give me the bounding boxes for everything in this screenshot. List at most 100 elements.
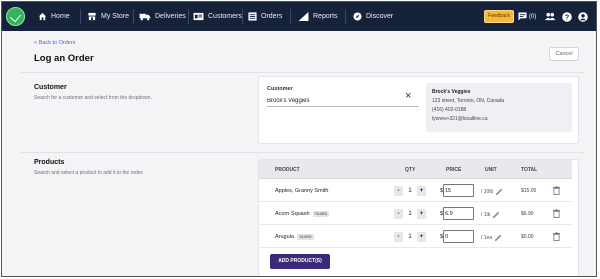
taxed-badge: TAXED — [312, 211, 330, 217]
divider — [20, 72, 584, 73]
messages-count: (0) — [529, 13, 537, 20]
nav-discover[interactable]: Discover — [353, 2, 393, 31]
decrement-button[interactable]: - — [394, 232, 403, 242]
logo-icon[interactable] — [6, 7, 25, 26]
unit-label: / 1lb — [481, 212, 491, 218]
nav-deliveries[interactable]: Deliveries — [139, 2, 186, 31]
nav-divider — [345, 9, 346, 24]
customer-card: Customer × Brock's Veggies 123 street, T… — [258, 76, 579, 144]
col-price: PRICE — [446, 167, 462, 173]
home-icon — [38, 12, 47, 21]
quantity-stepper: - 1 + — [394, 208, 426, 220]
nav-reports-label: Reports — [313, 13, 338, 20]
nav-divider — [133, 9, 134, 24]
customer-email: lyonev+321@localline.ca — [432, 116, 488, 122]
truck-icon — [139, 13, 151, 21]
col-product: PRODUCT — [275, 167, 300, 173]
product-name: Apples, Granny Smith — [275, 188, 329, 194]
increment-button[interactable]: + — [417, 232, 426, 242]
nav-customers-label: Customers — [208, 13, 242, 20]
unit-label: / 10lb — [481, 189, 494, 195]
nav-divider — [290, 9, 291, 24]
nav-orders[interactable]: Orders — [248, 2, 282, 31]
products-card: PRODUCT QTY PRICE UNIT TOTAL Apples, Gra… — [258, 159, 579, 276]
nav-discover-label: Discover — [366, 13, 394, 20]
page-title: Log an Order — [34, 53, 94, 64]
customer-section-description: Search for a customer and select from th… — [34, 95, 152, 101]
pencil-icon[interactable] — [495, 188, 503, 196]
trash-icon[interactable] — [553, 232, 560, 241]
messages-button[interactable]: (0) — [518, 9, 536, 24]
customer-name: Brock's Veggies — [432, 89, 471, 95]
line-total: $15.00 — [521, 188, 537, 194]
customer-info-box: Brock's Veggies 123 street, Toronto, ON,… — [426, 83, 572, 132]
product-name: Acorn Squash — [275, 211, 310, 217]
taxed-badge: TAXED — [296, 234, 314, 240]
nav-reports[interactable]: Reports — [298, 2, 338, 31]
top-nav: Home My Store Deliveries Customers Order… — [2, 2, 596, 31]
customer-field-label: Customer — [267, 86, 293, 92]
nav-home-label: Home — [51, 13, 70, 20]
help-button[interactable]: ? — [562, 9, 572, 24]
table-row: Apples, Granny Smith - 1 + $ / 10lb $15.… — [259, 180, 572, 202]
col-unit: UNIT — [485, 167, 497, 173]
table-row: Arugula TAXED - 1 + $ / 1ea $0.00 — [259, 226, 572, 248]
col-total: TOTAL — [521, 167, 538, 173]
customer-phone: (416) 402-0188 — [432, 107, 467, 113]
team-button[interactable] — [544, 9, 556, 24]
nav-divider — [188, 9, 189, 24]
nav-orders-label: Orders — [261, 13, 283, 20]
price-input[interactable] — [443, 184, 474, 197]
nav-deliveries-label: Deliveries — [155, 13, 186, 20]
people-icon — [545, 12, 556, 21]
orders-icon — [248, 12, 257, 21]
add-products-button[interactable]: ADD PRODUCT(S) — [270, 254, 330, 269]
quantity-stepper: - 1 + — [394, 185, 426, 197]
nav-my-store[interactable]: My Store — [87, 2, 129, 31]
trash-icon[interactable] — [553, 186, 560, 195]
unit-label: / 1ea — [481, 235, 493, 241]
app-window: Home My Store Deliveries Customers Order… — [1, 1, 597, 277]
account-button[interactable] — [578, 9, 588, 24]
price-input[interactable] — [443, 207, 474, 220]
feedback-button[interactable]: Feedback — [484, 10, 514, 23]
trash-icon[interactable] — [553, 209, 560, 218]
chart-icon — [298, 12, 309, 21]
nav-divider — [242, 9, 243, 24]
compass-icon — [353, 12, 362, 21]
product-name: Arugula — [275, 234, 294, 240]
increment-button[interactable]: + — [417, 209, 426, 219]
chat-icon — [518, 12, 527, 21]
nav-home[interactable]: Home — [38, 2, 70, 31]
back-to-orders-link[interactable]: < Back to Orders — [34, 40, 75, 46]
price-input[interactable] — [443, 230, 474, 243]
divider — [20, 152, 584, 153]
products-table-header: PRODUCT QTY PRICE UNIT TOTAL — [259, 160, 572, 179]
nav-my-store-label: My Store — [101, 13, 130, 20]
customer-search-input[interactable] — [267, 96, 419, 107]
svg-text:?: ? — [565, 14, 569, 21]
help-icon: ? — [562, 11, 572, 22]
pencil-icon[interactable] — [492, 211, 500, 219]
customer-section-title: Customer — [34, 84, 67, 91]
quantity-stepper: - 1 + — [394, 231, 426, 243]
col-qty: QTY — [405, 167, 416, 173]
decrement-button[interactable]: - — [394, 186, 403, 196]
products-section-title: Products — [34, 159, 65, 166]
account-icon — [578, 11, 588, 22]
pencil-icon[interactable] — [494, 234, 502, 242]
quantity-value[interactable]: 1 — [404, 188, 416, 194]
nav-divider — [80, 9, 81, 24]
line-total: $0.00 — [521, 234, 534, 240]
increment-button[interactable]: + — [417, 186, 426, 196]
line-total: $6.90 — [521, 211, 534, 217]
customers-icon — [193, 12, 204, 21]
nav-customers[interactable]: Customers — [193, 2, 242, 31]
clear-icon[interactable]: × — [405, 91, 411, 102]
cancel-button[interactable]: Cancel — [549, 47, 579, 61]
customer-address: 123 street, Toronto, ON, Canada — [432, 98, 505, 104]
quantity-value[interactable]: 1 — [404, 234, 416, 240]
decrement-button[interactable]: - — [394, 209, 403, 219]
products-section-description: Search and select a product to add it to… — [34, 170, 144, 176]
quantity-value[interactable]: 1 — [404, 211, 416, 217]
